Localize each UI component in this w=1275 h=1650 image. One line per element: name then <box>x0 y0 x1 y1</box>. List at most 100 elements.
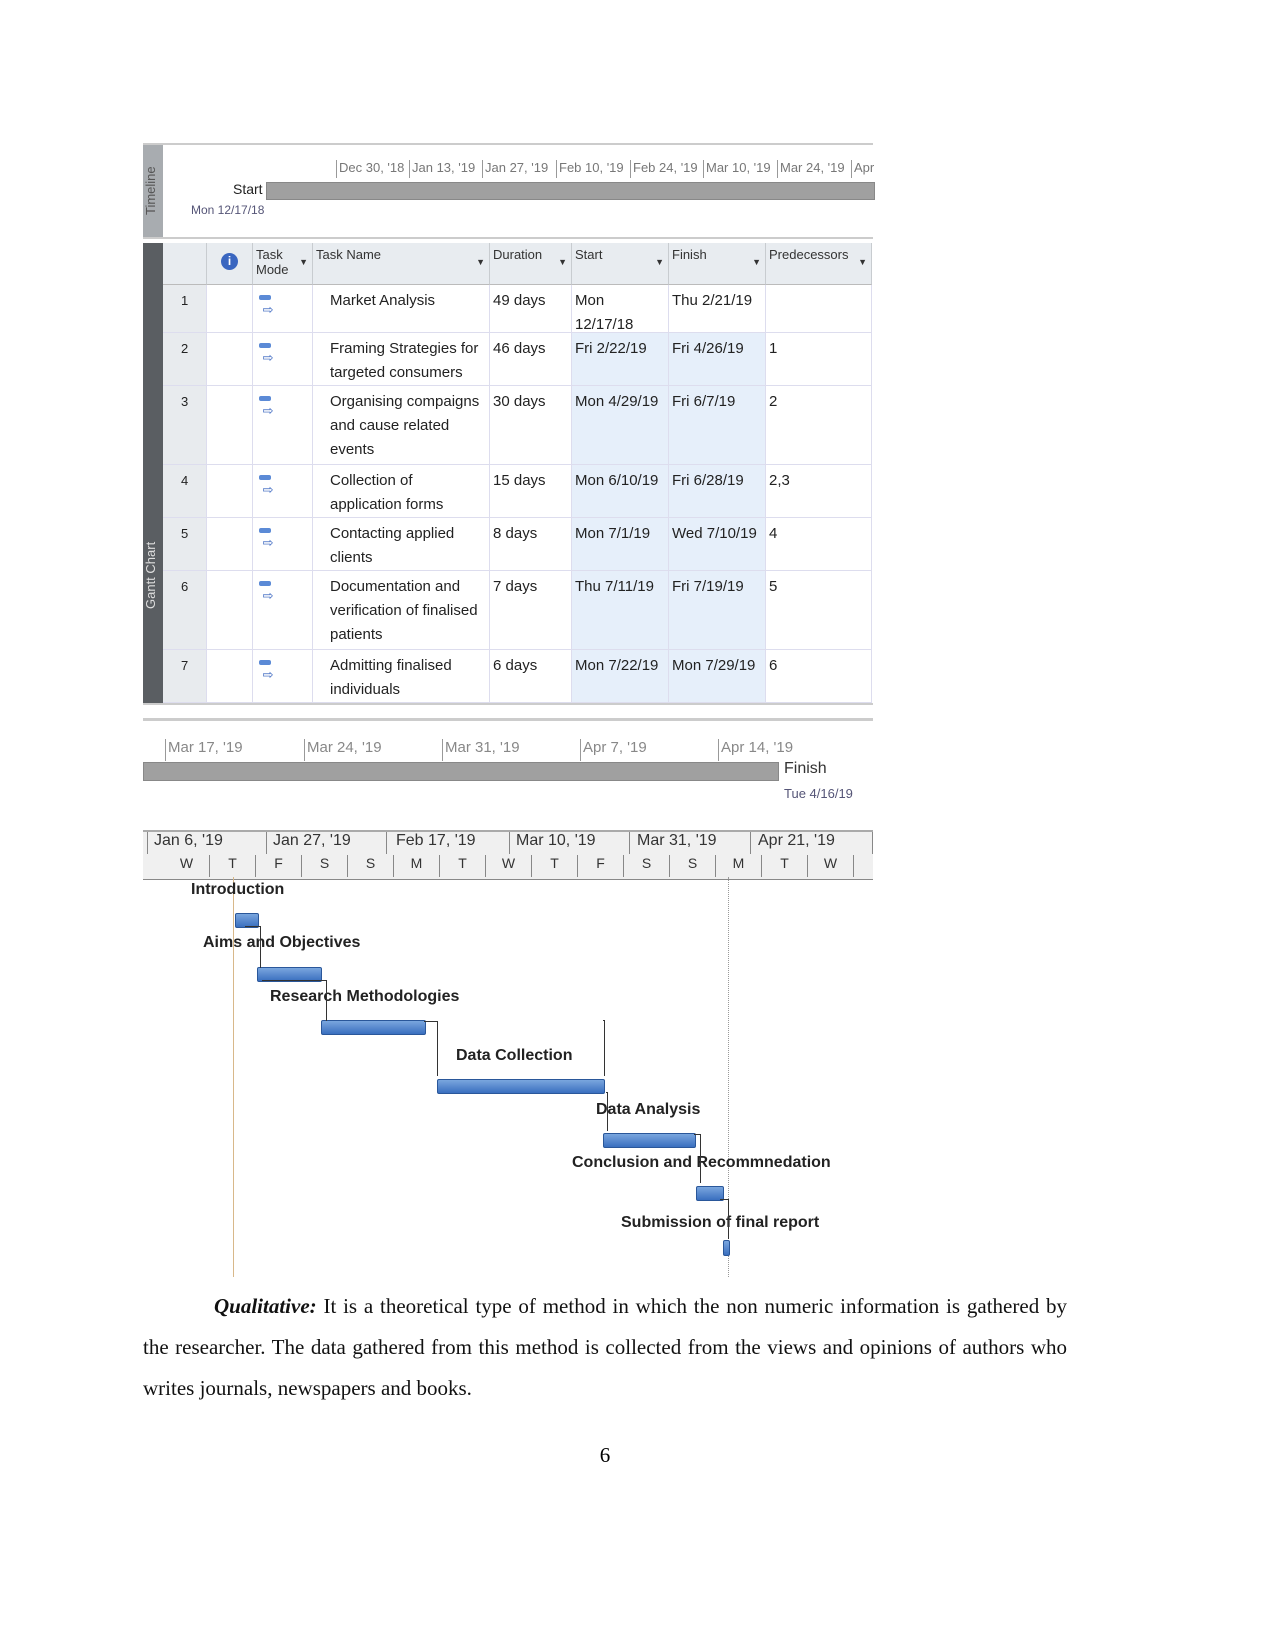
task-name[interactable]: Collection of application forms <box>313 465 490 518</box>
task-name[interactable]: Admitting finalised individuals <box>313 650 490 703</box>
timeline-tick: Feb 24, '19 <box>630 160 698 178</box>
task-predecessors[interactable]: 4 <box>766 518 872 571</box>
task-bar-label: Data Analysis <box>596 1101 701 1118</box>
column-header[interactable]: Start ▼ <box>572 243 669 285</box>
task-mode-icon: ⇨ <box>253 386 313 465</box>
column-header[interactable]: Task Mode ▼ <box>253 243 313 285</box>
dropdown-arrow-icon[interactable]: ▼ <box>752 257 761 267</box>
task-start[interactable]: Mon 12/17/18 <box>572 285 669 333</box>
week-header: Feb 17, '19 <box>390 832 510 854</box>
body-paragraph: Qualitative: It is a theoretical type of… <box>143 1286 1067 1409</box>
timeline-bar <box>266 182 875 200</box>
task-predecessors[interactable] <box>766 285 872 333</box>
task-name[interactable]: Market Analysis <box>313 285 490 333</box>
task-duration[interactable]: 6 days <box>490 650 572 703</box>
column-header-label: Predecessors <box>769 247 849 262</box>
timeline-tick: Apr 14, '19 <box>718 739 793 761</box>
task-predecessors[interactable]: 2 <box>766 386 872 465</box>
task-name[interactable]: Contacting applied clients <box>313 518 490 571</box>
task-finish[interactable]: Fri 6/7/19 <box>669 386 766 465</box>
task-bar[interactable] <box>437 1079 605 1094</box>
row-id[interactable]: 6 <box>163 571 207 650</box>
info-column-header[interactable]: i <box>207 243 253 285</box>
task-duration[interactable]: 8 days <box>490 518 572 571</box>
task-finish[interactable]: Thu 2/21/19 <box>669 285 766 333</box>
dropdown-arrow-icon[interactable]: ▼ <box>858 257 867 267</box>
task-bar[interactable] <box>603 1133 696 1148</box>
task-duration[interactable]: 7 days <box>490 571 572 650</box>
row-id[interactable]: 1 <box>163 285 207 333</box>
row-id[interactable]: 7 <box>163 650 207 703</box>
indicator-cell <box>207 518 253 571</box>
task-bar-label: Aims and Objectives <box>203 934 361 951</box>
dependency-connector <box>603 1020 605 1076</box>
column-header[interactable]: Duration ▼ <box>490 243 572 285</box>
day-header: S <box>670 855 716 877</box>
dropdown-arrow-icon[interactable]: ▼ <box>655 257 664 267</box>
day-header: M <box>716 855 762 877</box>
task-predecessors[interactable]: 2,3 <box>766 465 872 518</box>
row-id[interactable]: 5 <box>163 518 207 571</box>
day-header: S <box>302 855 348 877</box>
document-page: Timeline Start Mon 12/17/18 Gantt Chart … <box>0 0 1275 1650</box>
column-header[interactable]: Finish ▼ <box>669 243 766 285</box>
start-date: Mon 12/17/18 <box>191 203 265 217</box>
row-id[interactable]: 3 <box>163 386 207 465</box>
column-header-label: Duration <box>493 247 543 262</box>
timeline-tick: Jan 27, '19 <box>482 160 548 178</box>
start-label: Start <box>233 181 263 197</box>
task-mode-icon: ⇨ <box>253 650 313 703</box>
task-duration[interactable]: 46 days <box>490 333 572 386</box>
task-duration[interactable]: 15 days <box>490 465 572 518</box>
column-header-label: Finish <box>672 247 707 262</box>
dropdown-arrow-icon[interactable]: ▼ <box>299 257 308 267</box>
row-id[interactable]: 4 <box>163 465 207 518</box>
dropdown-arrow-icon[interactable]: ▼ <box>558 257 567 267</box>
task-start[interactable]: Mon 4/29/19 <box>572 386 669 465</box>
indicator-cell <box>207 650 253 703</box>
task-start[interactable]: Mon 7/1/19 <box>572 518 669 571</box>
task-duration[interactable]: 30 days <box>490 386 572 465</box>
indicator-cell <box>207 465 253 518</box>
task-mode-icon: ⇨ <box>253 285 313 333</box>
task-start[interactable]: Thu 7/11/19 <box>572 571 669 650</box>
task-bar-label: Conclusion and Recommnedation <box>572 1154 831 1171</box>
timeline-tick: Mar 10, '19 <box>703 160 771 178</box>
task-bar-label: Data Collection <box>456 1047 573 1064</box>
dependency-connector <box>245 926 261 968</box>
timeline-tick: Apr 7, '19 <box>580 739 647 761</box>
dropdown-arrow-icon[interactable]: ▼ <box>476 257 485 267</box>
bold-term: Qualitative: <box>214 1294 317 1318</box>
week-header: Mar 10, '19 <box>510 832 630 854</box>
timeline-tick: Feb 10, '19 <box>556 160 624 178</box>
task-bar[interactable] <box>723 1240 730 1256</box>
task-name[interactable]: Framing Strategies for targeted consumer… <box>313 333 490 386</box>
week-header: Mar 31, '19 <box>631 832 751 854</box>
task-start[interactable]: Mon 7/22/19 <box>572 650 669 703</box>
column-header[interactable]: Predecessors ▼ <box>766 243 872 285</box>
finish-date: Tue 4/16/19 <box>784 786 853 801</box>
task-name[interactable]: Documentation and verification of finali… <box>313 571 490 650</box>
task-start[interactable]: Mon 6/10/19 <box>572 465 669 518</box>
row-id[interactable]: 2 <box>163 333 207 386</box>
indicator-cell <box>207 285 253 333</box>
timeline-tick: Mar 24, '19 <box>304 739 382 761</box>
dependency-connector <box>262 980 327 1021</box>
column-header-label: Task Name <box>316 247 382 262</box>
task-finish[interactable]: Fri 4/26/19 <box>669 333 766 386</box>
task-finish[interactable]: Fri 6/28/19 <box>669 465 766 518</box>
task-start[interactable]: Fri 2/22/19 <box>572 333 669 386</box>
task-name[interactable]: Organising compaigns and cause related e… <box>313 386 490 465</box>
task-finish[interactable]: Wed 7/10/19 <box>669 518 766 571</box>
task-predecessors[interactable]: 5 <box>766 571 872 650</box>
task-finish[interactable]: Mon 7/29/19 <box>669 650 766 703</box>
task-bar[interactable] <box>321 1020 426 1035</box>
task-predecessors[interactable]: 6 <box>766 650 872 703</box>
column-header[interactable]: Task Name ▼ <box>313 243 490 285</box>
task-finish[interactable]: Fri 7/19/19 <box>669 571 766 650</box>
task-predecessors[interactable]: 1 <box>766 333 872 386</box>
task-duration[interactable]: 49 days <box>490 285 572 333</box>
week-header: Jan 6, '19 <box>147 832 267 854</box>
dependency-connector <box>606 1092 608 1131</box>
timeline-tick: Apr <box>851 160 874 178</box>
